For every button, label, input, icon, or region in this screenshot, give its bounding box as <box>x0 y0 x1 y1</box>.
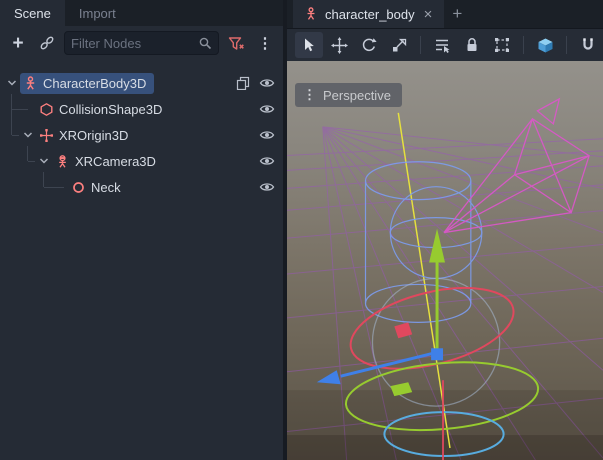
visibility-eye-icon[interactable] <box>259 128 275 142</box>
cursor-icon <box>301 37 317 53</box>
tab-import[interactable]: Import <box>65 0 130 26</box>
tree-guide <box>12 135 19 136</box>
visibility-eye-icon[interactable] <box>259 102 275 116</box>
scene-dock: Scene Import + <box>0 0 283 460</box>
tree-item-selection: CharacterBody3D <box>20 73 154 94</box>
tree-item-selection: Neck <box>68 177 129 198</box>
clear-filter-button[interactable] <box>224 31 248 55</box>
tree-item-xr-origin-3d[interactable]: XROrigin3D <box>0 122 283 148</box>
link-icon <box>39 35 55 51</box>
visibility-eye-icon[interactable] <box>259 180 275 194</box>
scene-toolbar: + <box>0 26 283 60</box>
viewport-3d-scene[interactable] <box>287 61 603 460</box>
xr-origin-3d-icon <box>39 128 54 143</box>
move-mode-button[interactable] <box>325 32 353 58</box>
tree-item-collision-shape-3d[interactable]: CollisionShape3D <box>0 96 283 122</box>
collapse-arrow-icon[interactable] <box>4 79 20 87</box>
character-body-3d-icon <box>23 76 38 91</box>
new-scene-tab-button[interactable]: + <box>444 0 470 28</box>
filter-nodes-box <box>64 31 219 55</box>
scene-tab-character-body[interactable]: character_body × <box>293 0 444 28</box>
add-node-button[interactable]: + <box>6 31 30 55</box>
tree-item-label: Neck <box>91 180 121 195</box>
toolbar-separator <box>566 36 567 54</box>
magnet-icon <box>580 37 596 53</box>
scale-mode-button[interactable] <box>385 32 413 58</box>
tree-item-label: XROrigin3D <box>59 128 128 143</box>
tree-item-selection: XRCamera3D <box>52 151 164 172</box>
character-body-3d-icon <box>303 7 318 22</box>
menu-dots-icon: ⋮ <box>303 87 316 103</box>
xr-camera-3d-icon <box>55 154 70 169</box>
select-mode-button[interactable] <box>295 32 323 58</box>
viewport-toolbar <box>287 28 603 61</box>
filter-clear-icon <box>228 36 245 51</box>
neck-node-icon <box>71 180 86 195</box>
instance-scene-button[interactable] <box>35 31 59 55</box>
tree-guide <box>12 109 28 110</box>
viewport-3d[interactable]: ⋮ Perspective <box>287 61 603 460</box>
tree-guide <box>28 161 35 162</box>
tree-item-selection: XROrigin3D <box>36 125 136 146</box>
collapse-arrow-icon[interactable] <box>36 157 52 165</box>
local-space-toggle-button[interactable] <box>531 32 559 58</box>
tree-item-label: XRCamera3D <box>75 154 156 169</box>
toolbar-separator <box>420 36 421 54</box>
group-icon <box>494 37 510 53</box>
cube-icon <box>537 37 554 54</box>
scale-icon <box>391 37 407 53</box>
filter-nodes-input[interactable] <box>71 36 194 51</box>
tree-guide <box>44 187 64 188</box>
search-icon <box>198 36 212 50</box>
list-select-button[interactable] <box>428 32 456 58</box>
tab-scene[interactable]: Scene <box>0 0 65 26</box>
tree-item-label: CollisionShape3D <box>59 102 162 117</box>
scene-dock-menu-button[interactable]: ⋮ <box>253 31 277 55</box>
visibility-eye-icon[interactable] <box>259 76 275 90</box>
scene-tab-bar: character_body × + <box>287 0 603 28</box>
lock-icon <box>465 37 479 53</box>
collapse-arrow-icon[interactable] <box>20 131 36 139</box>
perspective-menu-button[interactable]: ⋮ Perspective <box>295 83 402 107</box>
tree-item-xr-camera-3d[interactable]: XRCamera3D <box>0 148 283 174</box>
close-tab-icon[interactable]: × <box>422 7 435 22</box>
rotate-icon <box>361 37 377 53</box>
editable-children-icon[interactable] <box>236 76 250 90</box>
godot-editor-window: Scene Import + <box>0 0 603 460</box>
tree-guide <box>27 146 28 161</box>
tree-guide <box>11 94 12 135</box>
lock-selected-button[interactable] <box>458 32 486 58</box>
tree-item-label: CharacterBody3D <box>43 76 146 91</box>
tree-guide <box>43 172 44 187</box>
tree-item-character-body-3d[interactable]: CharacterBody3D <box>0 70 283 96</box>
gizmo-center-handle[interactable] <box>431 348 443 360</box>
move-icon <box>331 37 348 54</box>
scene-tree: CharacterBody3D <box>0 60 283 460</box>
collision-shape-3d-icon <box>39 102 54 117</box>
perspective-label: Perspective <box>323 88 391 103</box>
toolbar-separator <box>523 36 524 54</box>
main-viewport-panel: character_body × + <box>287 0 603 460</box>
rotate-mode-button[interactable] <box>355 32 383 58</box>
snap-toggle-button[interactable] <box>574 32 602 58</box>
scene-tab-label: character_body <box>325 7 415 22</box>
dock-tab-bar: Scene Import <box>0 0 283 26</box>
group-selected-button[interactable] <box>488 32 516 58</box>
list-select-icon <box>434 37 450 53</box>
visibility-eye-icon[interactable] <box>259 154 275 168</box>
scene-dock-body: + <box>0 26 283 460</box>
tree-item-selection: CollisionShape3D <box>36 99 170 120</box>
